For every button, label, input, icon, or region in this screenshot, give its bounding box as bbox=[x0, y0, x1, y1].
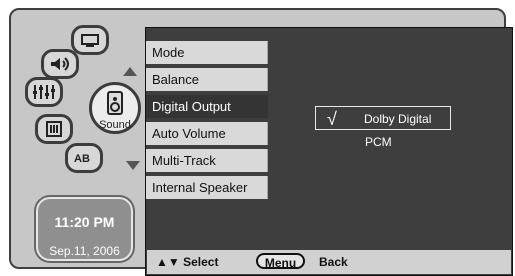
settings-icon[interactable] bbox=[35, 114, 73, 144]
down-arrow-icon[interactable] bbox=[126, 161, 140, 170]
menu-item-auto-volume[interactable]: Auto Volume bbox=[146, 122, 268, 145]
up-arrow-icon[interactable] bbox=[123, 67, 137, 76]
select-hint: ▲▼ Select bbox=[156, 255, 219, 269]
ab-icon[interactable]: AB bbox=[65, 143, 103, 173]
tv-panel: AB Sound 11:20 PM Sep.11, 2006 Mode Bala… bbox=[9, 8, 513, 276]
speaker-icon bbox=[107, 91, 123, 115]
menu-item-mode[interactable]: Mode bbox=[146, 41, 268, 64]
option-pcm[interactable]: PCM bbox=[365, 135, 392, 149]
clock-display: 11:20 PM Sep.11, 2006 bbox=[36, 197, 133, 261]
menu-button[interactable]: Menu bbox=[256, 253, 305, 270]
sound-menu-list: Mode Balance Digital Output Auto Volume … bbox=[146, 41, 268, 203]
menu-item-internal-speaker[interactable]: Internal Speaker bbox=[146, 176, 268, 199]
menu-item-multi-track[interactable]: Multi-Track bbox=[146, 149, 268, 172]
back-label: Back bbox=[319, 255, 348, 269]
menu-item-digital-output[interactable]: Digital Output bbox=[146, 95, 268, 118]
clock-date: Sep.11, 2006 bbox=[49, 244, 120, 258]
sound-label: Sound bbox=[99, 119, 131, 131]
svg-text:AB: AB bbox=[74, 153, 90, 165]
function-wheel: AB Sound bbox=[25, 25, 141, 177]
osd-screen: Mode Balance Digital Output Auto Volume … bbox=[145, 27, 513, 276]
equalizer-icon[interactable] bbox=[25, 77, 63, 107]
option-label: Dolby Digital bbox=[364, 112, 432, 126]
tv-icon[interactable] bbox=[71, 25, 109, 55]
check-icon: √ bbox=[327, 109, 337, 129]
speaker-icon[interactable] bbox=[41, 49, 79, 79]
sound-hub-button[interactable]: Sound bbox=[89, 82, 141, 134]
menu-item-balance[interactable]: Balance bbox=[146, 68, 268, 91]
clock-time: 11:20 PM bbox=[54, 214, 115, 230]
footer-help-bar: ▲▼ Select Menu Back bbox=[147, 250, 511, 274]
option-dolby-digital[interactable]: √ Dolby Digital bbox=[315, 106, 451, 130]
